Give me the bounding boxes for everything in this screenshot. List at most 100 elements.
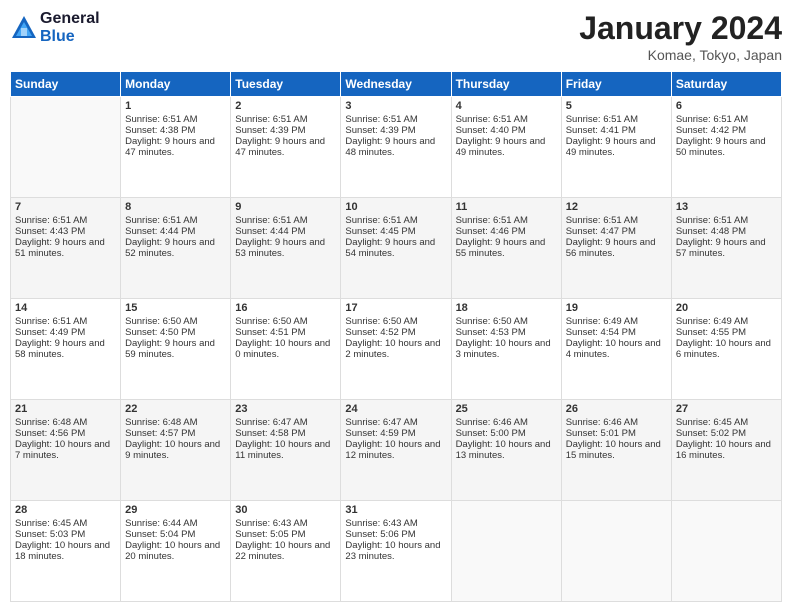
day-number: 7 [15, 201, 116, 213]
day-info: Sunrise: 6:44 AMSunset: 5:04 PMDaylight:… [125, 518, 220, 562]
day-info: Sunrise: 6:45 AMSunset: 5:02 PMDaylight:… [676, 417, 771, 461]
header: General Blue January 2024 Komae, Tokyo, … [10, 10, 782, 63]
calendar-cell: 26 Sunrise: 6:46 AMSunset: 5:01 PMDayligh… [561, 400, 671, 501]
day-info: Sunrise: 6:51 AMSunset: 4:38 PMDaylight:… [125, 114, 215, 158]
day-number: 26 [566, 403, 667, 415]
day-number: 29 [125, 504, 226, 516]
calendar-cell: 8 Sunrise: 6:51 AMSunset: 4:44 PMDaylight… [121, 198, 231, 299]
day-number: 21 [15, 403, 116, 415]
calendar-cell: 6 Sunrise: 6:51 AMSunset: 4:42 PMDaylight… [671, 97, 781, 198]
calendar-cell: 2 Sunrise: 6:51 AMSunset: 4:39 PMDaylight… [231, 97, 341, 198]
day-info: Sunrise: 6:51 AMSunset: 4:45 PMDaylight:… [345, 215, 435, 259]
day-number: 22 [125, 403, 226, 415]
calendar-cell: 14 Sunrise: 6:51 AMSunset: 4:49 PMDayligh… [11, 299, 121, 400]
calendar-cell: 17 Sunrise: 6:50 AMSunset: 4:52 PMDayligh… [341, 299, 451, 400]
day-info: Sunrise: 6:47 AMSunset: 4:59 PMDaylight:… [345, 417, 440, 461]
day-number: 9 [235, 201, 336, 213]
calendar-cell: 27 Sunrise: 6:45 AMSunset: 5:02 PMDayligh… [671, 400, 781, 501]
day-info: Sunrise: 6:50 AMSunset: 4:50 PMDaylight:… [125, 316, 215, 360]
calendar-cell: 31 Sunrise: 6:43 AMSunset: 5:06 PMDayligh… [341, 501, 451, 602]
day-info: Sunrise: 6:51 AMSunset: 4:39 PMDaylight:… [345, 114, 435, 158]
calendar-cell: 28Sunrise: 6:45 AMSunset: 5:03 PMDayligh… [11, 501, 121, 602]
calendar-cell: 16 Sunrise: 6:50 AMSunset: 4:51 PMDayligh… [231, 299, 341, 400]
logo-icon [10, 14, 38, 42]
col-header-saturday: Saturday [671, 72, 781, 97]
day-number: 28 [15, 504, 116, 516]
day-info: Sunrise: 6:51 AMSunset: 4:49 PMDaylight:… [15, 316, 105, 360]
day-info: Sunrise: 6:50 AMSunset: 4:53 PMDaylight:… [456, 316, 551, 360]
day-info: Sunrise: 6:48 AMSunset: 4:56 PMDaylight:… [15, 417, 110, 461]
day-number: 27 [676, 403, 777, 415]
col-header-wednesday: Wednesday [341, 72, 451, 97]
day-number: 10 [345, 201, 446, 213]
calendar-cell: 23Sunrise: 6:47 AMSunset: 4:58 PMDayligh… [231, 400, 341, 501]
day-number: 23 [235, 403, 336, 415]
calendar-cell: 20Sunrise: 6:49 AMSunset: 4:55 PMDayligh… [671, 299, 781, 400]
day-number: 24 [345, 403, 446, 415]
calendar-cell [561, 501, 671, 602]
day-info: Sunrise: 6:50 AMSunset: 4:52 PMDaylight:… [345, 316, 440, 360]
day-info: Sunrise: 6:51 AMSunset: 4:44 PMDaylight:… [125, 215, 215, 259]
day-info: Sunrise: 6:50 AMSunset: 4:51 PMDaylight:… [235, 316, 330, 360]
col-header-thursday: Thursday [451, 72, 561, 97]
day-number: 25 [456, 403, 557, 415]
calendar-cell: 5 Sunrise: 6:51 AMSunset: 4:41 PMDaylight… [561, 97, 671, 198]
calendar-cell: 11 Sunrise: 6:51 AMSunset: 4:46 PMDayligh… [451, 198, 561, 299]
calendar-cell: 15Sunrise: 6:50 AMSunset: 4:50 PMDayligh… [121, 299, 231, 400]
day-info: Sunrise: 6:51 AMSunset: 4:44 PMDaylight:… [235, 215, 325, 259]
day-info: Sunrise: 6:51 AMSunset: 4:46 PMDaylight:… [456, 215, 546, 259]
day-number: 17 [345, 302, 446, 314]
day-info: Sunrise: 6:51 AMSunset: 4:43 PMDaylight:… [15, 215, 105, 259]
day-number: 12 [566, 201, 667, 213]
calendar-cell [671, 501, 781, 602]
calendar-cell: 29 Sunrise: 6:44 AMSunset: 5:04 PMDayligh… [121, 501, 231, 602]
calendar-cell: 25 Sunrise: 6:46 AMSunset: 5:00 PMDayligh… [451, 400, 561, 501]
day-number: 30 [235, 504, 336, 516]
day-number: 19 [566, 302, 667, 314]
day-number: 1 [125, 100, 226, 112]
calendar-cell: 18 Sunrise: 6:50 AMSunset: 4:53 PMDayligh… [451, 299, 561, 400]
calendar-cell: 3 Sunrise: 6:51 AMSunset: 4:39 PMDaylight… [341, 97, 451, 198]
day-info: Sunrise: 6:43 AMSunset: 5:05 PMDaylight:… [235, 518, 330, 562]
day-number: 5 [566, 100, 667, 112]
day-number: 3 [345, 100, 446, 112]
day-number: 8 [125, 201, 226, 213]
calendar-cell: 21 Sunrise: 6:48 AMSunset: 4:56 PMDayligh… [11, 400, 121, 501]
day-number: 4 [456, 100, 557, 112]
day-info: Sunrise: 6:46 AMSunset: 5:01 PMDaylight:… [566, 417, 661, 461]
day-number: 14 [15, 302, 116, 314]
day-number: 31 [345, 504, 446, 516]
calendar-cell: 9 Sunrise: 6:51 AMSunset: 4:44 PMDaylight… [231, 198, 341, 299]
day-info: Sunrise: 6:49 AMSunset: 4:55 PMDaylight:… [676, 316, 771, 360]
calendar-cell: 13 Sunrise: 6:51 AMSunset: 4:48 PMDayligh… [671, 198, 781, 299]
day-info: Sunrise: 6:51 AMSunset: 4:42 PMDaylight:… [676, 114, 766, 158]
day-number: 2 [235, 100, 336, 112]
month-title: January 2024 [579, 10, 782, 47]
calendar-cell: 12Sunrise: 6:51 AMSunset: 4:47 PMDayligh… [561, 198, 671, 299]
calendar-cell: 22Sunrise: 6:48 AMSunset: 4:57 PMDayligh… [121, 400, 231, 501]
calendar-cell: 24 Sunrise: 6:47 AMSunset: 4:59 PMDayligh… [341, 400, 451, 501]
day-number: 11 [456, 201, 557, 213]
day-number: 16 [235, 302, 336, 314]
day-info: Sunrise: 6:49 AMSunset: 4:54 PMDaylight:… [566, 316, 661, 360]
calendar-cell: 1 Sunrise: 6:51 AMSunset: 4:38 PMDaylight… [121, 97, 231, 198]
day-number: 6 [676, 100, 777, 112]
day-info: Sunrise: 6:43 AMSunset: 5:06 PMDaylight:… [345, 518, 440, 562]
calendar-cell: 7 Sunrise: 6:51 AMSunset: 4:43 PMDaylight… [11, 198, 121, 299]
day-info: Sunrise: 6:46 AMSunset: 5:00 PMDaylight:… [456, 417, 551, 461]
day-info: Sunrise: 6:51 AMSunset: 4:48 PMDaylight:… [676, 215, 766, 259]
col-header-sunday: Sunday [11, 72, 121, 97]
day-info: Sunrise: 6:51 AMSunset: 4:41 PMDaylight:… [566, 114, 656, 158]
calendar-cell: 30 Sunrise: 6:43 AMSunset: 5:05 PMDayligh… [231, 501, 341, 602]
calendar-cell [451, 501, 561, 602]
logo: General Blue [10, 10, 100, 45]
col-header-tuesday: Tuesday [231, 72, 341, 97]
location: Komae, Tokyo, Japan [579, 47, 782, 63]
calendar-cell: 4Sunrise: 6:51 AMSunset: 4:40 PMDaylight… [451, 97, 561, 198]
day-number: 13 [676, 201, 777, 213]
col-header-friday: Friday [561, 72, 671, 97]
day-number: 18 [456, 302, 557, 314]
logo-text: General Blue [40, 10, 100, 45]
calendar-cell: 10 Sunrise: 6:51 AMSunset: 4:45 PMDayligh… [341, 198, 451, 299]
day-info: Sunrise: 6:51 AMSunset: 4:39 PMDaylight:… [235, 114, 325, 158]
